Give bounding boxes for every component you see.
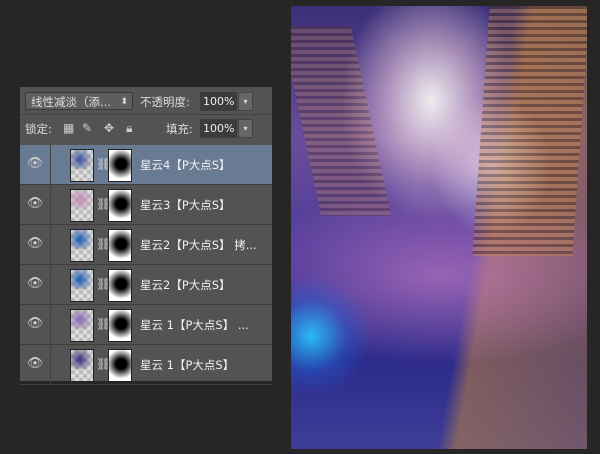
blend-row: 线性减淡（添... ⬍ 不透明度: 100% ▾	[20, 89, 272, 115]
opacity-input[interactable]: 100%	[200, 92, 237, 111]
layer-row[interactable]: 👁︎ ⛓︎ 星云 1【P大点S】	[20, 345, 272, 385]
visibility-eye-icon[interactable]: 👁︎	[20, 265, 51, 304]
blend-mode-value: 线性减淡（添...	[31, 95, 111, 109]
layer-mask-thumbnail[interactable]	[108, 309, 132, 342]
fill-input[interactable]: 100%	[200, 119, 237, 138]
layer-name: 星云2【P大点S】	[140, 278, 231, 292]
layer-mask-thumbnail[interactable]	[108, 269, 132, 302]
layer-name: 星云2【P大点S】 拷...	[140, 238, 257, 252]
layer-thumbnail	[70, 269, 94, 302]
layer-mask-thumbnail[interactable]	[108, 349, 132, 382]
lock-all-icon[interactable]: 🔒︎	[126, 121, 132, 136]
building-left	[291, 26, 392, 216]
layers-panel: 线性减淡（添... ⬍ 不透明度: 100% ▾ 锁定: ▦ ✎ ✥ 🔒︎ 填充:…	[20, 87, 272, 385]
layer-name: 星云4【P大点S】	[140, 158, 231, 172]
lock-transparency-icon[interactable]: ▦	[63, 121, 74, 135]
fill-label: 填充:	[166, 122, 193, 136]
divider	[20, 114, 272, 115]
visibility-eye-icon[interactable]: 👁︎	[20, 345, 51, 384]
blend-mode-select[interactable]: 线性减淡（添... ⬍	[25, 92, 133, 110]
layer-mask-thumbnail[interactable]	[108, 229, 132, 262]
visibility-eye-icon[interactable]: 👁︎	[20, 145, 51, 184]
layer-thumbnail	[70, 309, 94, 342]
updown-icon: ⬍	[120, 97, 128, 107]
layer-name: 星云 1【P大点S】	[140, 358, 235, 372]
visibility-eye-icon[interactable]: 👁︎	[20, 305, 51, 344]
lock-label: 锁定:	[25, 122, 52, 136]
lock-paint-brush-icon[interactable]: ✎	[82, 121, 92, 135]
layer-thumbnail	[70, 229, 94, 262]
layer-row[interactable]: 👁︎ ⛓︎ 星云3【P大点S】	[20, 185, 272, 225]
fill-dropdown-button[interactable]: ▾	[238, 119, 253, 138]
layer-name: 星云3【P大点S】	[140, 198, 231, 212]
layer-mask-thumbnail[interactable]	[108, 189, 132, 222]
layer-mask-thumbnail[interactable]	[108, 149, 132, 182]
visibility-eye-icon[interactable]: 👁︎	[20, 185, 51, 224]
lock-move-icon[interactable]: ✥	[104, 121, 114, 135]
layer-row[interactable]: 👁︎ ⛓︎ 星云2【P大点S】 拷...	[20, 225, 272, 265]
layer-name: 星云 1【P大点S】 ...	[140, 318, 249, 332]
visibility-eye-icon[interactable]: 👁︎	[20, 225, 51, 264]
opacity-label: 不透明度:	[140, 95, 190, 109]
opacity-dropdown-button[interactable]: ▾	[238, 92, 253, 111]
layer-thumbnail	[70, 189, 94, 222]
layer-thumbnail	[70, 349, 94, 382]
layer-row[interactable]: 👁︎ ⛓︎ 星云4【P大点S】	[20, 145, 272, 185]
building-right	[472, 6, 587, 256]
canvas-image	[291, 6, 587, 449]
layer-thumbnail	[70, 149, 94, 182]
lock-row: 锁定: ▦ ✎ ✥ 🔒︎ 填充: 100% ▾	[20, 116, 272, 142]
layer-row[interactable]: 👁︎ ⛓︎ 星云2【P大点S】	[20, 265, 272, 305]
layer-row[interactable]: 👁︎ ⛓︎ 星云 1【P大点S】 ...	[20, 305, 272, 345]
